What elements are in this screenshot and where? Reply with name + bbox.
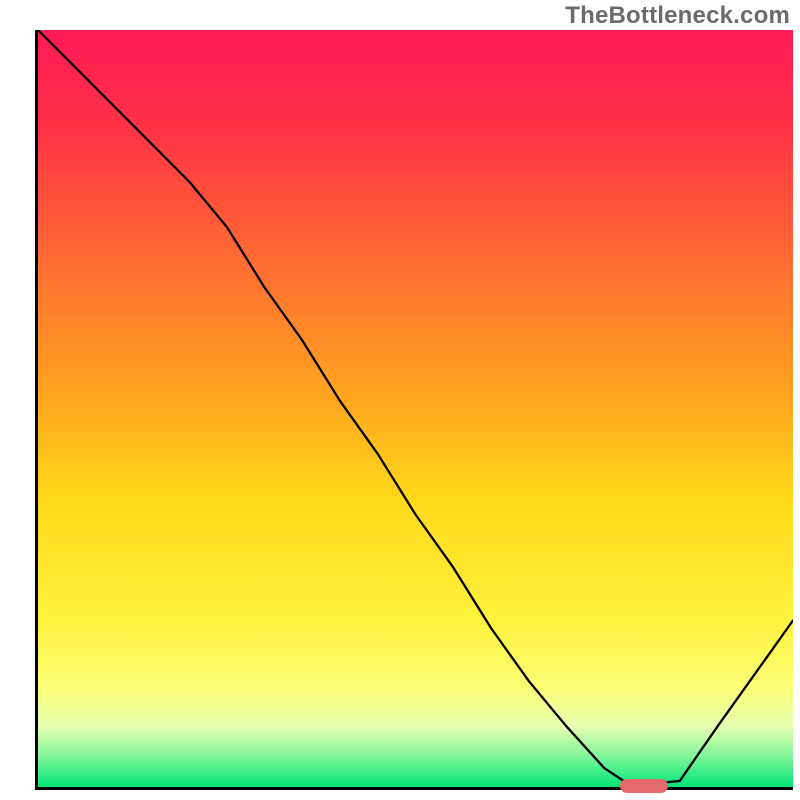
watermark-text: TheBottleneck.com [565, 2, 790, 30]
optimum-marker [620, 779, 668, 793]
chart-frame: TheBottleneck.com [0, 0, 800, 800]
plot-area [35, 30, 793, 790]
bottleneck-chart [38, 30, 793, 787]
